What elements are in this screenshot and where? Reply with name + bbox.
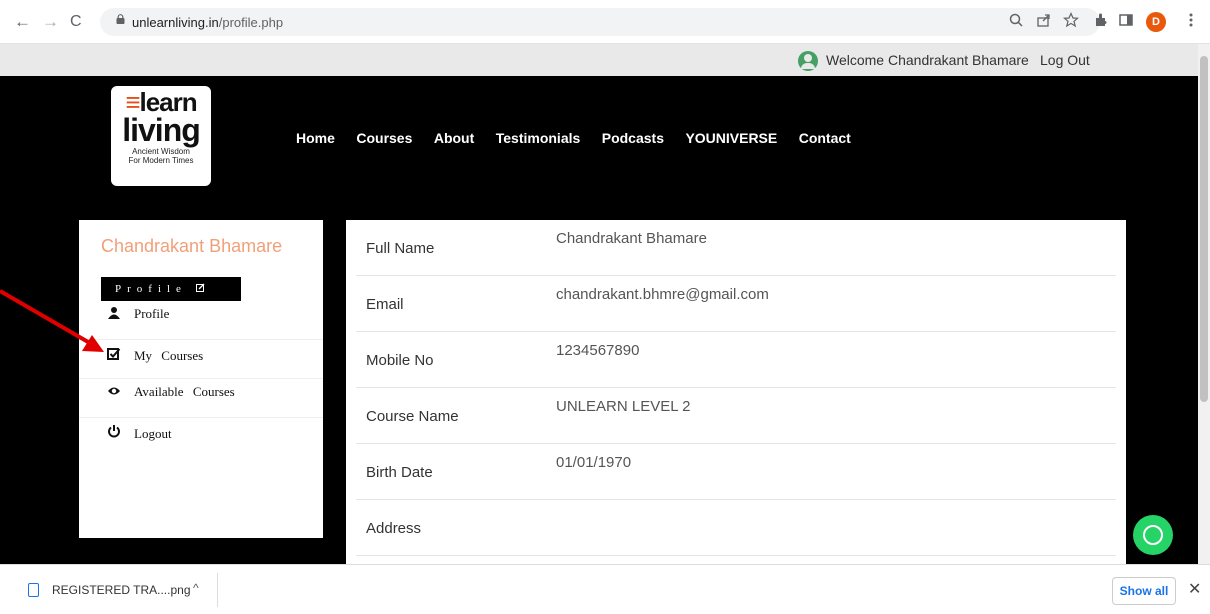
nav-podcasts[interactable]: Podcasts (602, 130, 664, 146)
lock-icon (116, 14, 125, 24)
share-icon[interactable] (1036, 12, 1052, 28)
sidebar-item-my-courses[interactable]: My Courses (79, 341, 323, 379)
detail-row-email: Email chandrakant.bhmre@gmail.com (356, 276, 1116, 332)
menu-icon[interactable] (1186, 12, 1196, 28)
site-logo[interactable]: ≡learn living Ancient Wisdom For Modern … (111, 86, 211, 186)
eye-icon (108, 387, 120, 395)
sidebar-card: Chandrakant Bhamare Profile Profile My C… (79, 220, 323, 538)
profile-details-card: Full Name Chandrakant Bhamare Email chan… (346, 220, 1126, 564)
welcome-text: Welcome Chandrakant Bhamare (826, 52, 1029, 68)
page: Welcome Chandrakant Bhamare Log Out ≡lea… (0, 44, 1198, 564)
star-icon[interactable] (1063, 12, 1079, 28)
nav-about[interactable]: About (434, 130, 474, 146)
profile-tag[interactable]: Profile (101, 277, 241, 301)
top-bar: Welcome Chandrakant Bhamare Log Out (0, 44, 1198, 76)
sidebar-item-available-courses[interactable]: Available Courses (79, 380, 323, 418)
sidepanel-icon[interactable] (1118, 12, 1134, 28)
back-icon[interactable]: ← (14, 12, 31, 32)
power-icon (108, 425, 120, 438)
detail-row-course-name: Course Name UNLEARN LEVEL 2 (356, 388, 1116, 444)
sidebar-item-profile[interactable]: Profile (79, 302, 323, 340)
reload-icon[interactable]: C (70, 12, 82, 32)
zoom-icon[interactable] (1008, 12, 1024, 28)
close-icon[interactable]: ✕ (1188, 579, 1201, 599)
checkbox-icon (107, 348, 121, 360)
download-bar: REGISTERED TRA....png ^ Show all ✕ (0, 564, 1210, 614)
divider (217, 573, 218, 607)
site-header: ≡learn living Ancient Wisdom For Modern … (0, 76, 1198, 188)
download-file-name[interactable]: REGISTERED TRA....png (52, 583, 191, 597)
detail-row-address: Address (356, 500, 1116, 556)
edit-icon[interactable] (195, 283, 205, 292)
forward-icon[interactable]: → (42, 12, 59, 32)
nav-home[interactable]: Home (296, 130, 335, 146)
logout-link[interactable]: Log Out (1040, 52, 1090, 68)
chevron-up-icon[interactable]: ^ (193, 581, 199, 595)
nav-courses[interactable]: Courses (356, 130, 412, 146)
user-icon (108, 307, 120, 319)
sidebar-user-name: Chandrakant Bhamare (101, 236, 283, 256)
user-circle-icon (798, 51, 818, 71)
browser-toolbar: ← → C unlearnliving.in/profile.php D (0, 0, 1210, 44)
nav-testimonials[interactable]: Testimonials (496, 130, 581, 146)
nav-youniverse[interactable]: YOUNIVERSE (685, 130, 777, 146)
url-text[interactable]: unlearnliving.in/profile.php (132, 15, 283, 30)
profile-avatar[interactable]: D (1146, 12, 1166, 32)
extensions-icon[interactable] (1093, 12, 1109, 28)
detail-row-birth-date: Birth Date 01/01/1970 (356, 444, 1116, 500)
main-nav: Home Courses About Testimonials Podcasts… (296, 130, 868, 148)
sidebar-item-logout[interactable]: Logout (79, 419, 323, 457)
scrollbar-thumb[interactable] (1200, 56, 1208, 402)
file-icon (28, 583, 39, 597)
detail-row-full-name: Full Name Chandrakant Bhamare (356, 220, 1116, 276)
page-scrollbar[interactable] (1198, 44, 1210, 564)
show-all-button[interactable]: Show all (1112, 577, 1176, 605)
detail-row-mobile: Mobile No 1234567890 (356, 332, 1116, 388)
whatsapp-button[interactable] (1133, 515, 1173, 555)
nav-contact[interactable]: Contact (799, 130, 851, 146)
